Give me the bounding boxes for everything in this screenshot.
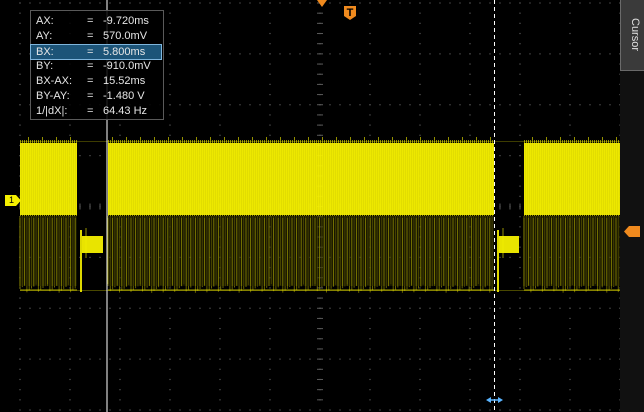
- cursor-readout-label: BY-AY:: [36, 90, 70, 102]
- cursor-readout-label: 1/|dX|:: [36, 105, 68, 117]
- cursor-readout-row: BX: = 5.800ms: [30, 44, 162, 60]
- cursor-readout-value: 570.0mV: [103, 30, 148, 42]
- cursor-readout-label: BX:: [36, 46, 54, 58]
- cursor-readout-label: AY:: [36, 30, 53, 42]
- cursor-readout-value: -9.720ms: [103, 15, 149, 27]
- trigger-position-top-icon: [317, 0, 327, 7]
- cursor-readout-value: -1.480 V: [103, 90, 145, 102]
- cursor-readout-equals: =: [87, 90, 94, 102]
- cursor-readout-value: -910.0mV: [103, 60, 151, 72]
- channel-1-marker-icon[interactable]: 1: [5, 195, 21, 206]
- cursor-readout-equals: =: [87, 46, 94, 58]
- cursor-readout-label: BX-AX:: [36, 75, 73, 87]
- cursor-readout-value: 15.52ms: [103, 75, 146, 87]
- trigger-level-arrow-icon[interactable]: [624, 226, 640, 237]
- cursor-readout-row: BY-AY: = -1.480 V: [31, 89, 163, 103]
- side-menu-background: [620, 71, 644, 412]
- cursor-readout-label: AX:: [36, 15, 54, 27]
- cursor-readout-value: 64.43 Hz: [103, 105, 148, 117]
- cursor-readout-row: AY: = 570.0mV: [31, 29, 163, 43]
- side-menu-tab[interactable]: Cursor: [620, 0, 644, 71]
- cursor-readout-panel: AX: = -9.720ms AY: = 570.0mV BX: = 5.800ms BY: = -9…: [30, 10, 164, 120]
- trigger-arrow-icon[interactable]: T: [344, 6, 356, 20]
- cursor-readout-value: 5.800ms: [103, 46, 146, 58]
- cursor-readout-equals: =: [87, 15, 94, 27]
- trigger-marker-label: T: [346, 7, 354, 19]
- cursor-readout-row: AX: = -9.720ms: [31, 14, 163, 28]
- cursor-readout-equals: =: [87, 30, 94, 42]
- waveform-display[interactable]: AX: = -9.720ms AY: = 570.0mV BX: = 5.800ms BY: = -9…: [0, 0, 620, 412]
- cursor-readout-row: BY: = -910.0mV: [31, 59, 163, 73]
- cursor-readout-equals: =: [87, 105, 94, 117]
- cursor-readout-equals: =: [87, 75, 94, 87]
- side-menu-title: Cursor: [629, 18, 641, 52]
- channel-1-marker-label: 1: [8, 195, 14, 205]
- cursor-readout-equals: =: [87, 60, 94, 72]
- cursor-readout-row: 1/|dX|: = 64.43 Hz: [31, 104, 163, 118]
- cursor-readout-row: BX-AX: = 15.52ms: [31, 74, 163, 88]
- cursor-readout-label: BY:: [36, 60, 54, 72]
